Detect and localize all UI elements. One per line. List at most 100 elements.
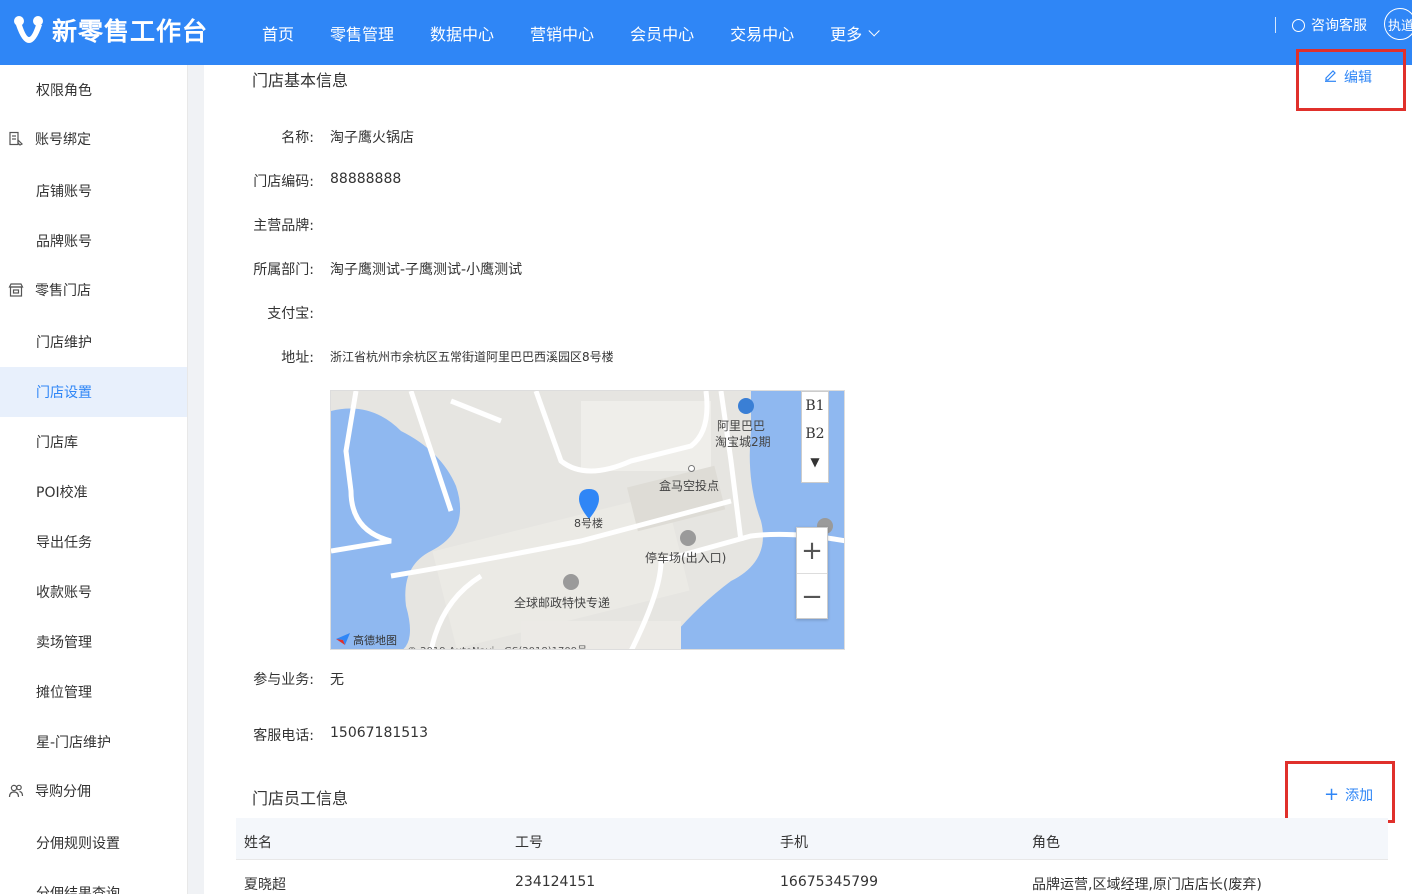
map-poi-label: 淘宝城2期	[715, 435, 771, 449]
map-marker-label: 8号楼	[574, 517, 603, 530]
parking-icon	[680, 530, 696, 546]
sidebar-item-commission-rules[interactable]: 分佣规则设置	[0, 818, 187, 868]
customer-service-label: 咨询客服	[1311, 18, 1367, 34]
sidebar-item-commission-results[interactable]: 分佣结果查询	[0, 868, 187, 894]
store-map[interactable]: 阿里巴巴 淘宝城2期 盒马空投点 8号楼 停车场(出入口) 全球邮政特快专递 B…	[330, 390, 845, 650]
logo-text: 新零售工作台	[52, 17, 209, 46]
sidebar-item-shop-account[interactable]: 店铺账号	[0, 166, 187, 216]
alipay-label: 支付宝:	[267, 306, 314, 322]
sidebar-group-retail-store[interactable]: 零售门店	[0, 265, 187, 315]
amap-logo-icon	[335, 632, 351, 649]
sidebar-item-label: 摊位管理	[36, 685, 92, 701]
name-value: 淘子鹰火锅店	[330, 130, 414, 146]
table-row[interactable]: 夏晓超 234124151 16675345799 品牌运营,区域经理,原门店店…	[236, 860, 1388, 894]
top-header: 新零售工作台 首页 零售管理 数据中心 营销中心 会员中心 交易中心 更多 咨询…	[0, 0, 1412, 65]
sidebar-item-label: 权限角色	[36, 83, 92, 99]
sidebar-item-label: 门店设置	[36, 385, 92, 401]
map-copyright: © 2019 AutoNavi - GS(2018)1709号	[407, 642, 587, 649]
department-label: 所属部门:	[253, 262, 314, 278]
sidebar-item-label: 卖场管理	[36, 635, 92, 651]
avatar[interactable]: 执道	[1384, 8, 1412, 40]
sidebar-item-brand-account[interactable]: 品牌账号	[0, 216, 187, 266]
sidebar-item-star-store-maintain[interactable]: 星-门店维护	[0, 717, 187, 767]
phone-value: 15067181513	[330, 725, 428, 741]
sidebar-item-poi-calibration[interactable]: POI校准	[0, 467, 187, 517]
nav-marketing[interactable]: 营销中心	[530, 21, 594, 45]
headset-icon	[1292, 18, 1305, 32]
sidebar-item-store-maintain[interactable]: 门店维护	[0, 317, 187, 367]
col-role: 角色	[1032, 835, 1060, 851]
sidebar-item-label: 星-门店维护	[36, 735, 112, 751]
main-brand-label: 主营品牌:	[253, 218, 314, 234]
nav-home[interactable]: 首页	[262, 21, 294, 45]
account-bind-icon	[8, 131, 24, 147]
sidebar-item-payment-account[interactable]: 收款账号	[0, 567, 187, 617]
col-name: 姓名	[244, 835, 272, 851]
store-info-title: 门店基本信息	[252, 71, 349, 90]
sidebar-item-label: 导出任务	[36, 535, 92, 551]
business-label: 参与业务:	[253, 672, 314, 688]
floor-b1[interactable]: B1	[802, 392, 828, 420]
sidebar-item-label: 分佣规则设置	[36, 836, 120, 852]
phone-label: 客服电话:	[253, 728, 314, 744]
map-poi-label: 全球邮政特快专递	[514, 596, 611, 610]
cell-staff-id: 234124151	[515, 874, 596, 890]
post-icon	[563, 574, 579, 590]
sidebar-item-mall-management[interactable]: 卖场管理	[0, 617, 187, 667]
map-poi-label: 盒马空投点	[659, 479, 720, 493]
content-gutter	[188, 65, 204, 894]
department-value: 淘子鹰测试-子鹰测试-小鹰测试	[330, 262, 523, 278]
sidebar-item-store-library[interactable]: 门店库	[0, 417, 187, 467]
zoom-out-button[interactable]: −	[797, 574, 827, 620]
nav-more-label: 更多	[830, 24, 863, 44]
cell-mobile: 16675345799	[780, 874, 878, 890]
map-poi-label: 停车场(出入口)	[645, 551, 727, 565]
sidebar-group-guide-commission[interactable]: 导购分佣	[0, 766, 187, 816]
nav-trade[interactable]: 交易中心	[730, 21, 794, 45]
sidebar-item-label: 分佣结果查询	[36, 886, 120, 894]
sidebar-item-roles[interactable]: 权限角色	[0, 65, 187, 115]
customer-service-button[interactable]: 咨询客服	[1292, 15, 1367, 35]
zoom-in-button[interactable]: +	[797, 528, 827, 574]
nav-member[interactable]: 会员中心	[630, 21, 694, 45]
sidebar-item-label: 收款账号	[36, 585, 92, 601]
edit-highlight-box	[1296, 49, 1406, 111]
zoom-control: + −	[796, 527, 828, 619]
sidebar-group-label: 零售门店	[35, 283, 91, 299]
nav-retail[interactable]: 零售管理	[330, 21, 394, 45]
top-nav: 首页 零售管理 数据中心 营销中心 会员中心 交易中心 更多	[262, 0, 912, 65]
sidebar-item-label: 品牌账号	[36, 234, 92, 250]
sidebar-item-label: 门店维护	[36, 335, 92, 351]
main-content: 门店基本信息 编辑 名称: 淘子鹰火锅店 门店编码: 88888888 主营品牌…	[204, 49, 1412, 894]
sidebar-item-export-tasks[interactable]: 导出任务	[0, 517, 187, 567]
header-right: 咨询客服	[1275, 0, 1367, 50]
map-brand-label: 高德地图	[353, 634, 397, 647]
staff-info-title: 门店员工信息	[252, 789, 349, 808]
floor-b2[interactable]: B2	[802, 420, 828, 448]
floor-selector[interactable]: B1 B2 ▼	[801, 391, 829, 483]
col-staff-id: 工号	[515, 835, 543, 851]
address-label: 地址:	[281, 350, 314, 366]
name-label: 名称:	[281, 130, 314, 146]
store-icon	[8, 282, 24, 298]
sidebar-item-store-settings[interactable]: 门店设置	[0, 367, 187, 417]
poi-dot-icon	[688, 465, 695, 472]
col-mobile: 手机	[780, 835, 808, 851]
staff-table-header: 姓名 工号 手机 角色	[236, 818, 1388, 860]
sidebar-item-label: 门店库	[36, 435, 78, 451]
sidebar-item-label: POI校准	[36, 485, 88, 501]
add-highlight-box	[1285, 761, 1395, 823]
logo-icon	[12, 13, 46, 47]
store-code-value: 88888888	[330, 171, 402, 187]
nav-more[interactable]: 更多	[830, 21, 880, 45]
sidebar-group-label: 账号绑定	[35, 132, 91, 148]
map-poi-label: 阿里巴巴	[717, 419, 766, 433]
header-divider	[1275, 17, 1276, 33]
nav-data[interactable]: 数据中心	[430, 21, 494, 45]
sidebar-item-booth-management[interactable]: 摊位管理	[0, 667, 187, 717]
sidebar-group-account-bind[interactable]: 账号绑定	[0, 114, 187, 164]
cell-name: 夏晓超	[244, 877, 286, 893]
sidebar-group-label: 导购分佣	[35, 784, 91, 800]
triangle-down-icon[interactable]: ▼	[802, 448, 828, 476]
logo[interactable]: 新零售工作台	[12, 12, 208, 48]
